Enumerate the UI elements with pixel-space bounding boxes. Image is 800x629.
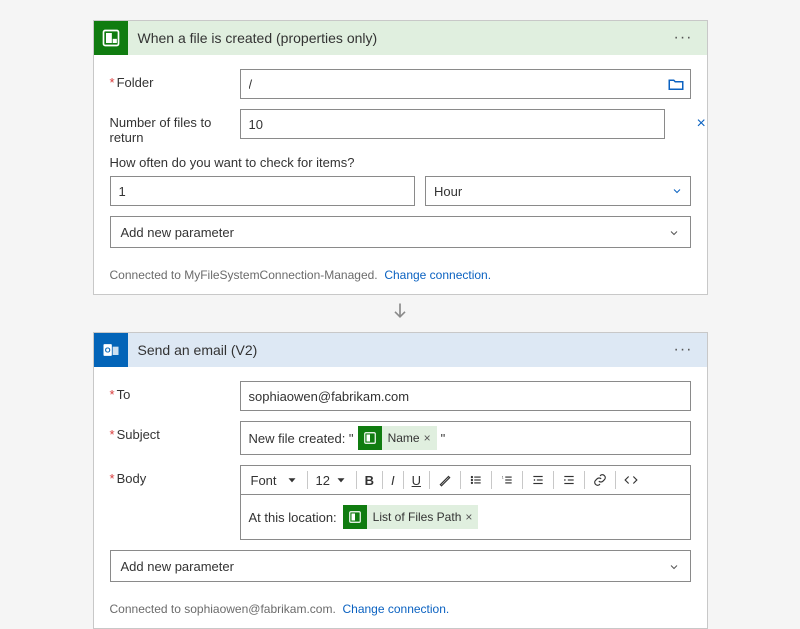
underline-button[interactable]: U (408, 469, 425, 491)
frequency-select[interactable] (425, 176, 691, 206)
action-footer: Connected to sophiaowen@fabrikam.com. Ch… (94, 592, 707, 628)
trigger-body: Folder Number of files to return × How o… (94, 55, 707, 258)
action-title: Send an email (V2) (138, 342, 670, 358)
code-view-button[interactable] (620, 469, 642, 491)
to-label: To (110, 381, 240, 402)
remove-token-icon[interactable]: × (424, 431, 431, 445)
filesystem-icon (94, 21, 128, 55)
change-connection-link[interactable]: Change connection. (342, 602, 449, 616)
change-connection-link[interactable]: Change connection. (384, 268, 491, 282)
fontsize-picker[interactable]: 12 (312, 469, 352, 491)
add-parameter-label: Add new parameter (121, 225, 234, 240)
remove-token-icon[interactable]: × (465, 510, 472, 524)
numfiles-input[interactable] (240, 109, 665, 139)
dynamic-token-path[interactable]: List of Files Path × (343, 505, 479, 529)
rich-text-toolbar: Font 12 B I U 1 (240, 465, 691, 495)
folder-label: Folder (110, 69, 240, 90)
trigger-card: When a file is created (properties only)… (93, 20, 708, 295)
poll-question: How often do you want to check for items… (110, 155, 691, 170)
outlook-icon: O (94, 333, 128, 367)
bullet-list-button[interactable] (465, 469, 487, 491)
folder-input[interactable] (240, 69, 691, 99)
trigger-header[interactable]: When a file is created (properties only)… (94, 21, 707, 55)
font-picker[interactable]: Font (247, 469, 303, 491)
svg-text:1: 1 (502, 475, 504, 479)
filesystem-icon (343, 505, 367, 529)
body-input[interactable]: At this location: List of Files Path × (240, 495, 691, 540)
trigger-footer: Connected to MyFileSystemConnection-Mana… (94, 258, 707, 294)
outdent-button[interactable] (527, 469, 549, 491)
add-parameter-label: Add new parameter (121, 559, 234, 574)
filesystem-icon (358, 426, 382, 450)
number-list-button[interactable]: 1 (496, 469, 518, 491)
clear-icon[interactable]: × (697, 115, 715, 133)
link-button[interactable] (589, 469, 611, 491)
numfiles-label: Number of files to return (110, 109, 240, 145)
interval-input[interactable] (110, 176, 416, 206)
more-icon[interactable]: ··· (670, 341, 697, 359)
to-input[interactable] (240, 381, 691, 411)
body-label: Body (110, 465, 240, 486)
add-parameter-dropdown[interactable]: Add new parameter (110, 550, 691, 582)
chevron-down-icon (671, 185, 683, 197)
folder-picker-icon[interactable] (667, 75, 685, 93)
dynamic-token-name[interactable]: Name × (358, 426, 437, 450)
action-card: O Send an email (V2) ··· To Subject New … (93, 332, 708, 629)
bold-button[interactable]: B (361, 469, 378, 491)
more-icon[interactable]: ··· (670, 29, 697, 47)
action-body: To Subject New file created: " Name × " … (94, 367, 707, 592)
subject-label: Subject (110, 421, 240, 442)
add-parameter-dropdown[interactable]: Add new parameter (110, 216, 691, 248)
action-header[interactable]: O Send an email (V2) ··· (94, 333, 707, 367)
color-button[interactable] (434, 469, 456, 491)
chevron-down-icon (668, 227, 680, 239)
subject-input[interactable]: New file created: " Name × " (240, 421, 691, 455)
trigger-title: When a file is created (properties only) (138, 30, 670, 46)
indent-button[interactable] (558, 469, 580, 491)
svg-text:O: O (104, 346, 110, 355)
chevron-down-icon (668, 561, 680, 573)
italic-button[interactable]: I (387, 469, 399, 491)
flow-arrow-icon (390, 301, 410, 326)
